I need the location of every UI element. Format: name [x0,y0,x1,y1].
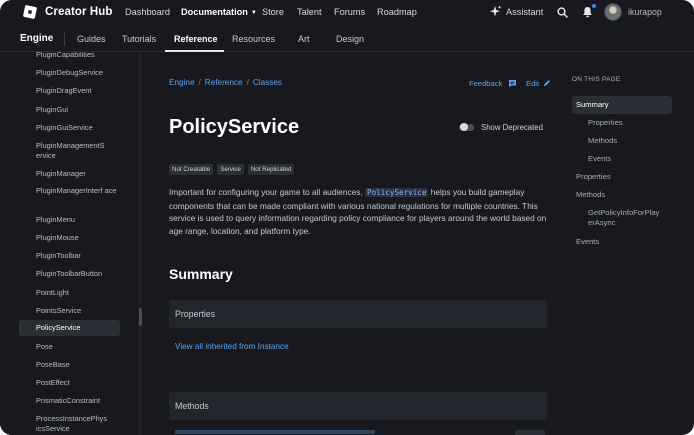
sidebar-item[interactable]: PluginGui [19,102,120,118]
chevron-down-icon: ▼ [250,10,257,16]
toc-item-getpolicyinfo[interactable]: GetPolicyInfoForPlay erAsync [588,208,676,228]
properties-section-header [169,300,547,328]
toc-item-summary-events[interactable]: Events [588,154,611,164]
sidebar-item[interactable]: PrismaticConstraint [19,393,120,409]
app-window: Creator Hub Dashboard Documentation ▼ Sto… [0,0,694,435]
nav-roadmap[interactable]: Roadmap [377,7,417,17]
toc-item-properties[interactable]: Properties [576,172,611,182]
inline-code-link[interactable]: PolicyService [365,188,429,197]
show-deprecated-label[interactable]: Show Deprecated [481,123,543,132]
engine-label[interactable]: Engine [20,33,53,44]
toggle-knob[interactable] [460,123,468,131]
assistant-button[interactable]: Assistant [506,7,543,17]
sidebar-item[interactable]: PluginGuiService [19,120,120,136]
tag-badge: Service [217,164,244,175]
sidebar-item[interactable]: PluginDebugService [19,65,120,81]
sidebar-item[interactable]: PluginManagementS ervice [19,138,120,164]
summary-heading: Summary [169,266,233,282]
sidebar-item[interactable]: PluginToolbar [19,248,120,264]
divider [64,32,65,46]
toc-item-summary-methods[interactable]: Methods [588,136,617,146]
class-description: Important for configuring your game to a… [169,186,549,237]
sidebar-item[interactable]: PluginManagerInterf ace [19,183,120,199]
toc-item-methods[interactable]: Methods [576,190,605,200]
breadcrumb-classes[interactable]: Classes [253,78,282,87]
page-title: PolicyService [169,116,300,138]
sidebar-item[interactable]: Pose [19,339,120,355]
top-bar: Creator Hub Dashboard Documentation ▼ Sto… [0,0,694,26]
notification-dot [592,4,596,8]
method-link-partial[interactable] [175,430,375,434]
tag-badge: Not Replicated [247,164,295,175]
sidebar-scrollbar[interactable] [138,52,142,435]
tab-design[interactable]: Design [336,34,364,44]
nav-documentation-label: Documentation [181,7,248,17]
methods-heading: Methods [175,401,209,411]
brand-title[interactable]: Creator Hub [45,6,113,18]
active-tab-indicator [165,50,224,52]
nav-talent[interactable]: Talent [297,7,322,17]
tab-resources[interactable]: Resources [232,34,275,44]
feedback-icon[interactable] [508,79,517,88]
sidebar-scrollbar-thumb[interactable] [139,308,142,326]
sidebar-item-policyservice[interactable]: PolicyService [19,320,120,336]
search-icon[interactable] [557,7,568,18]
breadcrumb: Engine / Reference / Classes [169,78,282,87]
sidebar-item[interactable]: PluginDragEvent [19,83,120,99]
description-text: Important for configuring your game to a… [169,187,366,197]
methods-section-header [169,392,547,420]
tab-guides[interactable]: Guides [77,34,106,44]
view-inherited-link[interactable]: View all inherited from Instance [175,342,289,351]
sidebar-item[interactable]: PluginCapabilities [19,52,120,63]
pencil-icon[interactable] [543,79,551,87]
tag-list: Not Creatable Service Not Replicated [169,164,295,175]
toc-item-summary-properties[interactable]: Properties [588,118,623,128]
nav-documentation[interactable]: Documentation ▼ [181,7,257,17]
toc-heading: ON THIS PAGE [572,76,621,83]
sidebar-item[interactable]: PluginMouse [19,230,120,246]
nav-store[interactable]: Store [262,7,284,17]
class-sidebar: PluginCapabilities PluginDebugService Pl… [0,52,140,435]
breadcrumb-separator: / [246,78,249,87]
breadcrumb-separator: / [198,78,201,87]
nav-forums[interactable]: Forums [334,7,365,17]
sidebar-item[interactable]: PointLight [19,285,120,301]
sidebar-item[interactable]: PointsService [19,303,120,319]
sidebar-item[interactable]: PluginMenu [19,212,120,228]
tab-art[interactable]: Art [298,34,310,44]
sidebar-item[interactable]: PluginToolbarButton [19,266,120,282]
roblox-logo-icon[interactable] [22,4,38,20]
properties-heading: Properties [175,309,216,319]
feedback-link[interactable]: Feedback [469,79,502,88]
method-tag-partial [515,430,545,435]
tag-badge: Not Creatable [169,164,214,175]
sidebar-item[interactable]: PluginManager [19,166,120,182]
breadcrumb-engine[interactable]: Engine [169,78,195,87]
sidebar-item[interactable]: ProcessInstancePhys icsService [19,411,120,435]
sidebar-item[interactable]: PoseBase [19,357,120,373]
methods-list-peek [169,428,547,435]
nav-dashboard[interactable]: Dashboard [125,7,170,17]
sidebar-item[interactable]: PostEffect [19,375,120,391]
sparkle-icon[interactable] [489,5,502,18]
notification-bell-icon[interactable] [582,6,593,18]
avatar[interactable] [604,3,622,21]
tab-reference[interactable]: Reference [174,34,218,44]
tab-tutorials[interactable]: Tutorials [122,34,156,44]
toc-item-summary[interactable]: Summary [572,96,672,114]
edit-link[interactable]: Edit [526,79,539,88]
toc-item-events[interactable]: Events [576,237,599,247]
username[interactable]: ikurapop [628,7,662,17]
breadcrumb-reference[interactable]: Reference [205,78,243,87]
section-nav: Engine Guides Tutorials Reference Resour… [0,26,694,52]
